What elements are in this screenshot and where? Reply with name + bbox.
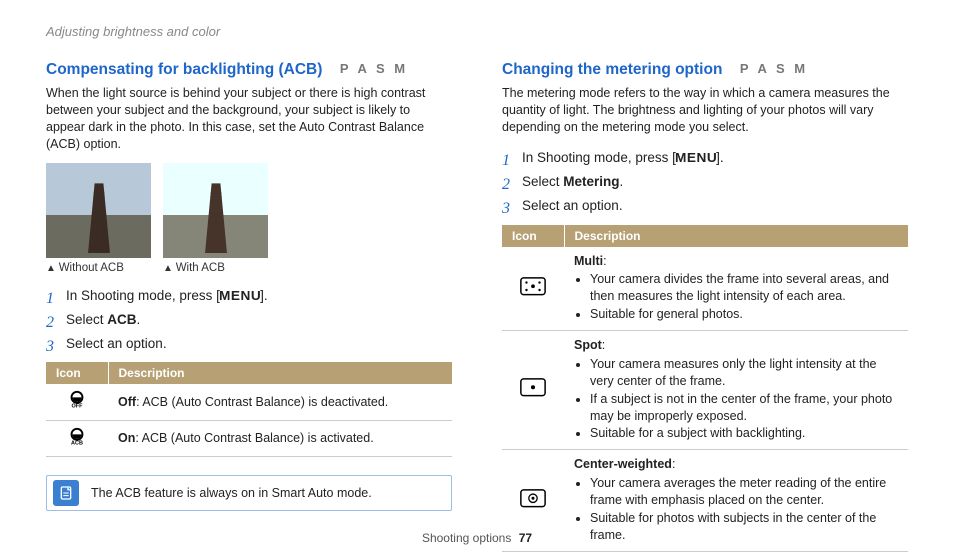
table-row: OFF Off: ACB (Auto Contrast Balance) is … — [46, 384, 452, 420]
photo-without-acb — [46, 163, 151, 258]
mode-indicator: P A S M — [340, 61, 408, 76]
list-item: If a subject is not in the center of the… — [590, 391, 898, 425]
menu-button-glyph: MENU — [675, 146, 717, 169]
list-item: Your camera averages the meter reading o… — [590, 475, 898, 509]
metering-options-table: Icon Description Multi: Your camera divi… — [502, 225, 908, 552]
list-item: Your camera measures only the light inte… — [590, 356, 898, 390]
table-row: ACB On: ACB (Auto Contrast Balance) is a… — [46, 420, 452, 456]
mode-indicator: P A S M — [740, 61, 808, 76]
acb-heading: Compensating for backlighting (ACB) — [46, 61, 322, 79]
caption-without-acb: Without ACB — [46, 262, 151, 274]
acb-off-icon: OFF — [66, 390, 88, 408]
acb-step-2: Select ACB. — [46, 308, 452, 332]
acb-step-1: In Shooting mode, press [MENU]. — [46, 284, 452, 308]
acb-on-icon: ACB — [66, 427, 88, 445]
th-desc: Description — [564, 225, 908, 247]
figure-without-acb: Without ACB — [46, 163, 151, 274]
column-acb: Compensating for backlighting (ACB) P A … — [46, 61, 452, 552]
figure-with-acb: With ACB — [163, 163, 268, 274]
column-metering: Changing the metering option P A S M The… — [502, 61, 908, 552]
table-row: Spot: Your camera measures only the ligh… — [502, 331, 908, 450]
note-text: The ACB feature is always on in Smart Au… — [91, 486, 372, 500]
th-desc: Description — [108, 362, 452, 384]
metering-steps: In Shooting mode, press [MENU]. Select M… — [502, 146, 908, 219]
acb-options-table: Icon Description OFF Off: ACB (Auto Cont… — [46, 362, 452, 456]
metering-step-3: Select an option. — [502, 194, 908, 218]
metering-step-2: Select Metering. — [502, 170, 908, 194]
caption-with-acb: With ACB — [163, 262, 268, 274]
center-weighted-icon — [519, 488, 547, 513]
page-number: 77 — [519, 531, 532, 545]
list-item: Suitable for a subject with backlighting… — [590, 425, 898, 442]
list-item: Your camera divides the frame into sever… — [590, 271, 898, 305]
footer-section: Shooting options — [422, 531, 511, 545]
breadcrumb: Adjusting brightness and color — [46, 24, 908, 39]
metering-step-1: In Shooting mode, press [MENU]. — [502, 146, 908, 170]
page-footer: Shooting options 77 — [0, 531, 954, 545]
metering-lead: The metering mode refers to the way in w… — [502, 85, 908, 136]
list-item: Suitable for general photos. — [590, 306, 898, 323]
th-icon: Icon — [46, 362, 108, 384]
acb-step-3: Select an option. — [46, 332, 452, 356]
spot-metering-icon — [519, 377, 547, 402]
svg-text:OFF: OFF — [72, 404, 84, 409]
acb-steps: In Shooting mode, press [MENU]. Select A… — [46, 284, 452, 357]
acb-lead: When the light source is behind your sub… — [46, 85, 452, 153]
note-icon — [53, 480, 79, 506]
th-icon: Icon — [502, 225, 564, 247]
photo-with-acb — [163, 163, 268, 258]
acb-note: The ACB feature is always on in Smart Au… — [46, 475, 452, 511]
multi-metering-icon — [519, 276, 547, 301]
svg-text:ACB: ACB — [71, 440, 83, 445]
metering-heading: Changing the metering option — [502, 61, 722, 79]
table-row: Multi: Your camera divides the frame int… — [502, 247, 908, 331]
menu-button-glyph: MENU — [219, 284, 261, 307]
